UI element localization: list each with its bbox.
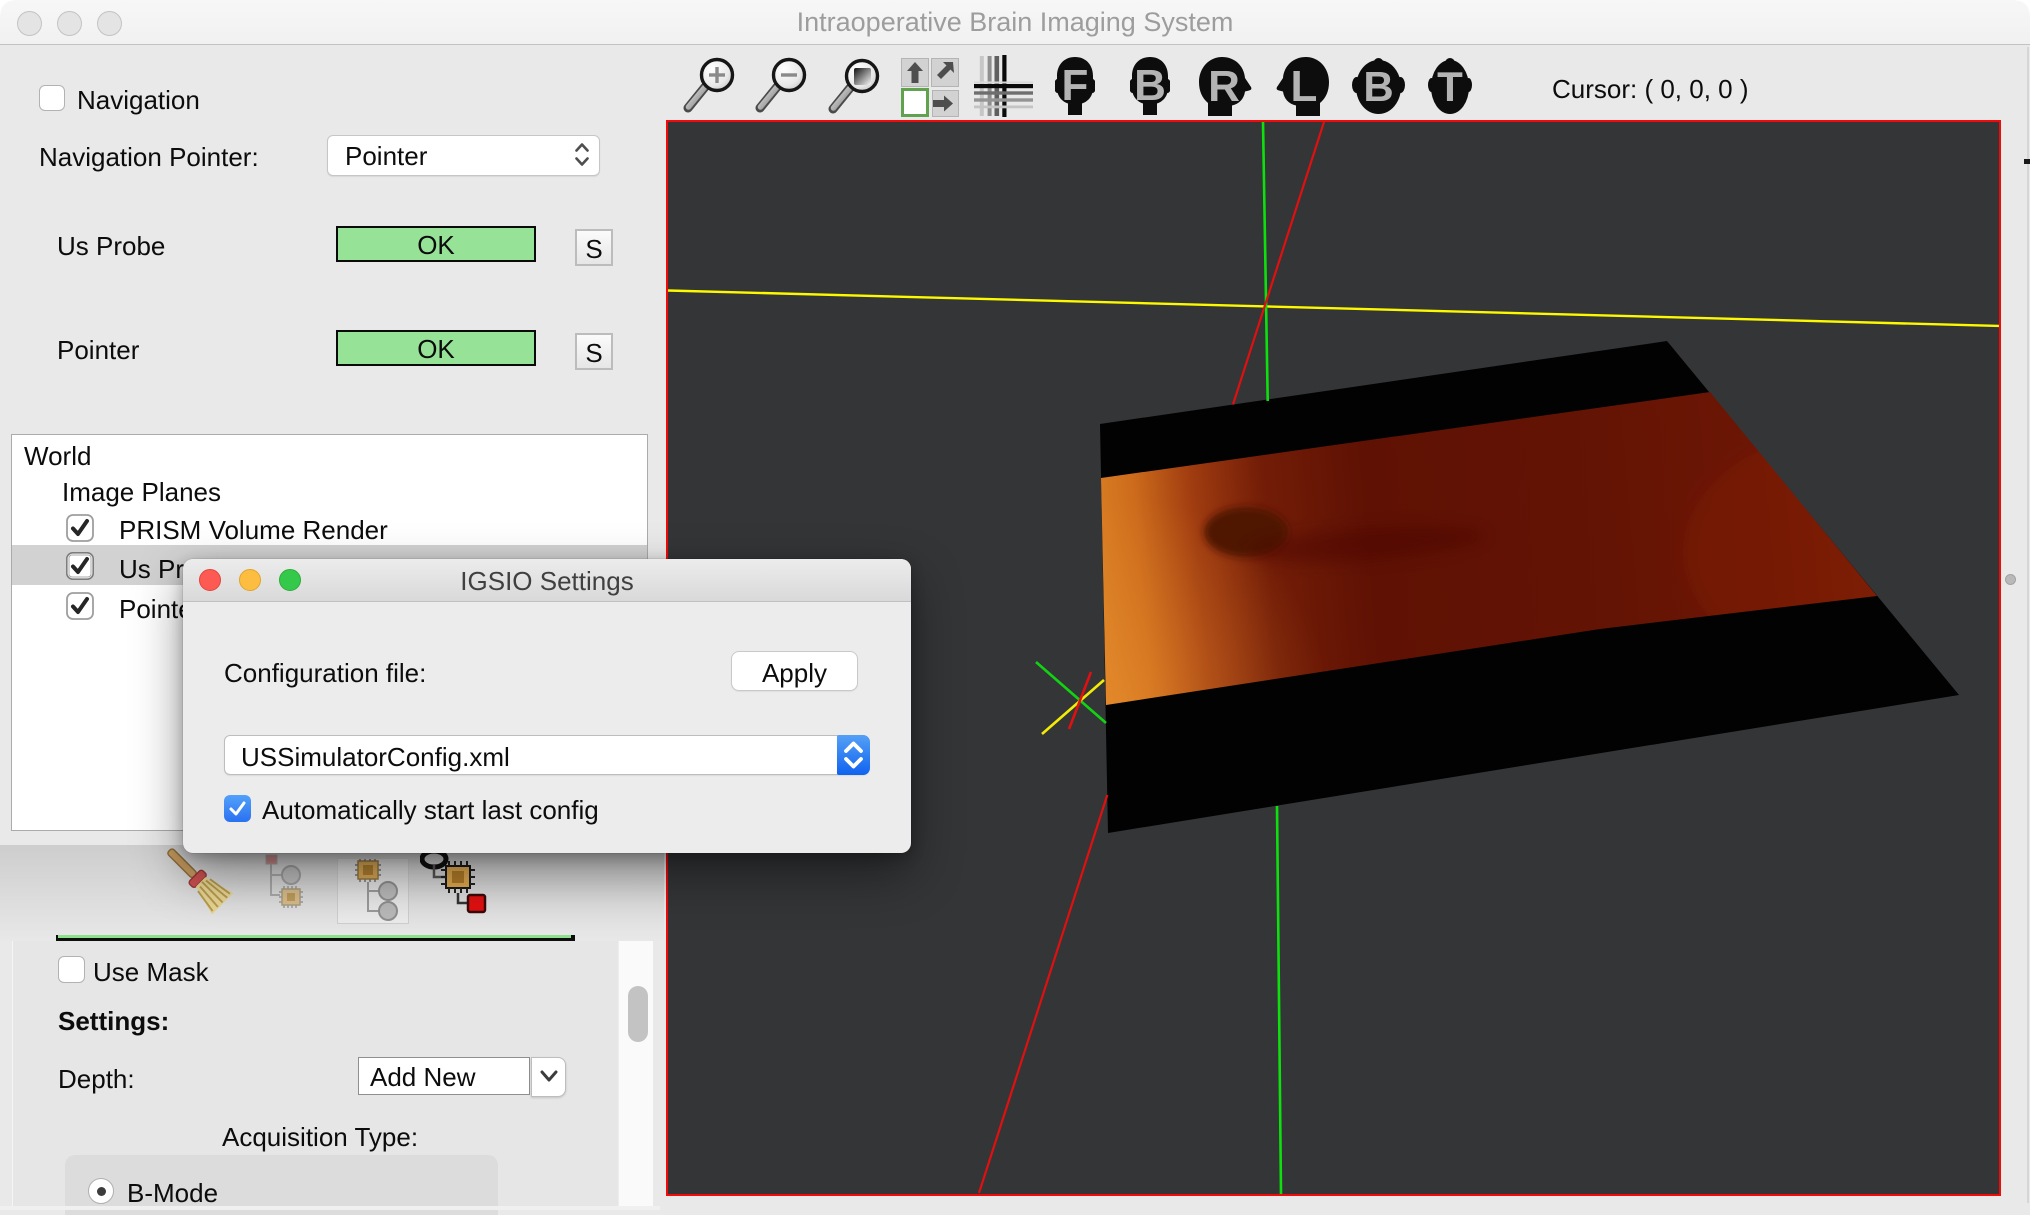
svg-text:B: B (1363, 63, 1393, 110)
svg-text:R: R (1208, 62, 1240, 111)
svg-text:L: L (1291, 62, 1318, 111)
svg-text:T: T (1437, 63, 1463, 110)
svg-text:B: B (1134, 61, 1166, 110)
svg-text:F: F (1062, 61, 1089, 110)
